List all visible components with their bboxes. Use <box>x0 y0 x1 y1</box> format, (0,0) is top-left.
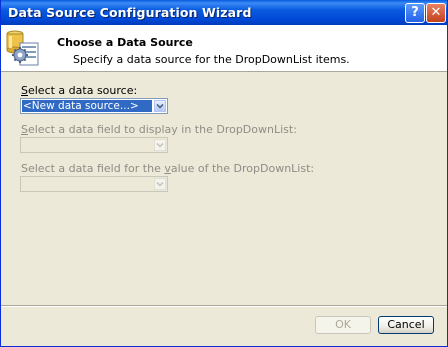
help-button[interactable]: ? <box>405 3 425 23</box>
wizard-header: Choose a Data Source Specify a data sour… <box>1 25 447 72</box>
display-field-dropdown[interactable] <box>20 137 168 153</box>
chevron-down-icon <box>156 103 164 109</box>
value-field-label-text: alue of the DropDownList: <box>170 162 315 175</box>
data-source-label-hotkey: S <box>21 84 28 97</box>
data-source-dropdown-button[interactable] <box>154 100 166 112</box>
data-source-selected-value: <New data source...> <box>22 100 152 112</box>
footer-divider <box>1 305 447 307</box>
value-field-dropdown-button[interactable] <box>154 178 166 190</box>
wizard-window: Data Source Configuration Wizard ? ✕ Cho… <box>0 0 448 347</box>
display-field-label-hotkey: S <box>21 123 28 136</box>
display-field-label: Select a data field to display in the Dr… <box>21 123 297 136</box>
value-field-label-prefix: Select a data field for the <box>21 162 165 175</box>
close-button[interactable]: ✕ <box>426 3 446 23</box>
display-field-label-text: elect a data field to display in the Dro… <box>27 123 297 136</box>
value-field-label: Select a data field for the value of the… <box>21 162 314 175</box>
title-bar[interactable]: Data Source Configuration Wizard ? ✕ <box>1 0 447 25</box>
database-gear-icon <box>6 30 39 66</box>
data-source-label-text: elect a data source: <box>27 84 138 97</box>
display-field-dropdown-button[interactable] <box>154 139 166 151</box>
page-description: Specify a data source for the DropDownLi… <box>73 53 350 66</box>
ok-button[interactable]: OK <box>315 316 371 334</box>
data-source-dropdown[interactable]: <New data source...> <box>20 98 168 114</box>
value-field-dropdown[interactable] <box>20 176 168 192</box>
window-title: Data Source Configuration Wizard <box>8 5 252 20</box>
chevron-down-icon <box>156 142 164 148</box>
data-source-label: Select a data source: <box>21 84 137 97</box>
chevron-down-icon <box>156 181 164 187</box>
page-title: Choose a Data Source <box>57 36 193 49</box>
cancel-button[interactable]: Cancel <box>378 316 434 334</box>
